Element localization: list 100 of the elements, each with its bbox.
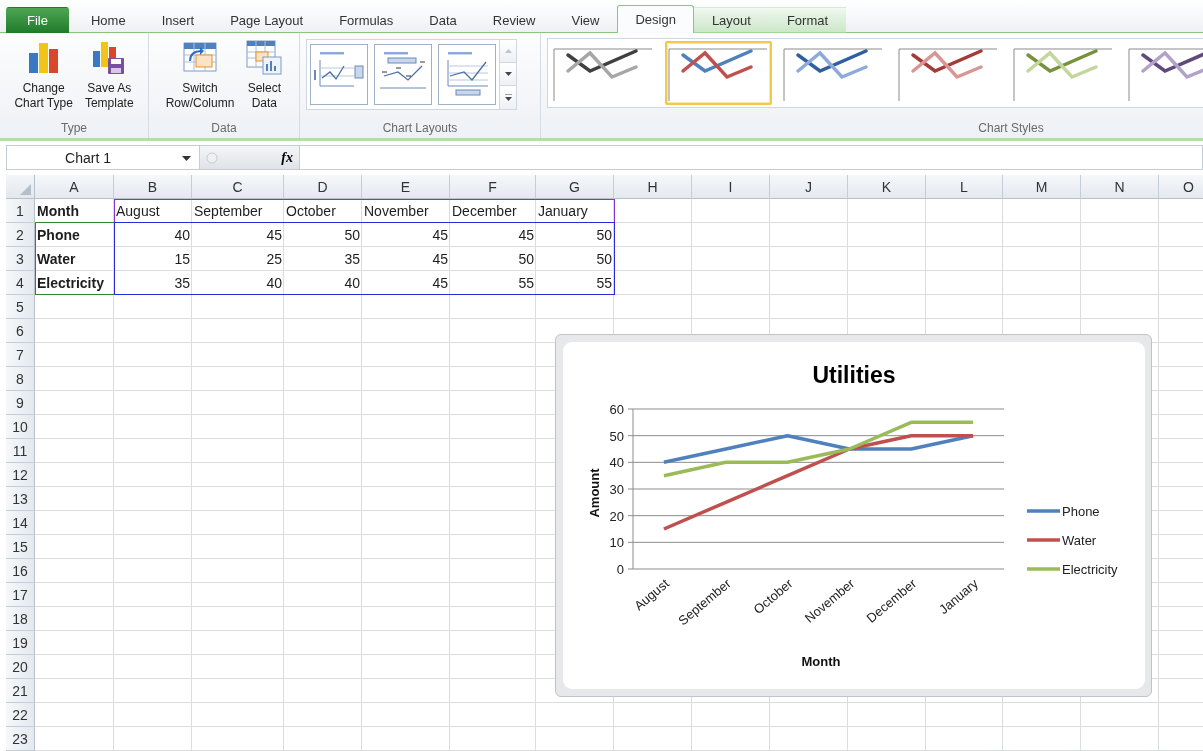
table-cell[interactable]: 40 bbox=[284, 271, 362, 295]
table-cell[interactable]: 15 bbox=[114, 247, 192, 271]
row-header[interactable]: 23 bbox=[6, 727, 35, 751]
group-label: Chart Layouts bbox=[382, 121, 458, 137]
table-cell[interactable]: 45 bbox=[450, 223, 536, 247]
ribbon-tab[interactable]: Format bbox=[768, 7, 847, 33]
table-cell[interactable]: 45 bbox=[362, 271, 450, 295]
table-cell[interactable]: November bbox=[362, 199, 450, 223]
chart-title: Utilities bbox=[812, 362, 896, 388]
table-cell[interactable]: 55 bbox=[536, 271, 614, 295]
ribbon-tab[interactable]: Page Layout bbox=[212, 7, 322, 33]
chart-layout-button[interactable] bbox=[374, 44, 432, 105]
ribbon-tab[interactable]: Home bbox=[72, 7, 144, 33]
ribbon-tab[interactable]: Insert bbox=[143, 7, 213, 33]
table-cell[interactable]: 50 bbox=[536, 247, 614, 271]
row-header[interactable]: 19 bbox=[6, 631, 35, 655]
table-cell[interactable]: 55 bbox=[450, 271, 536, 295]
table-cell[interactable]: 50 bbox=[450, 247, 536, 271]
table-cell[interactable]: Electricity bbox=[35, 271, 114, 295]
ribbon-tab[interactable]: Layout bbox=[693, 7, 769, 33]
table-cell[interactable]: 40 bbox=[114, 223, 192, 247]
row-header[interactable]: 22 bbox=[6, 703, 35, 727]
table-cell[interactable]: Phone bbox=[35, 223, 114, 247]
table-cell[interactable]: 35 bbox=[284, 247, 362, 271]
column-header[interactable]: E bbox=[362, 175, 450, 199]
ribbon-button[interactable]: Change Chart Type bbox=[11, 37, 76, 113]
select-all-icon bbox=[20, 184, 31, 195]
table-cell[interactable]: 50 bbox=[536, 223, 614, 247]
ribbon-tab[interactable]: File bbox=[6, 7, 69, 33]
row-header[interactable]: 2 bbox=[6, 223, 35, 247]
name-box[interactable]: Chart 1 bbox=[6, 145, 200, 170]
row-header[interactable]: 3 bbox=[6, 247, 35, 271]
ribbon-tab[interactable]: View bbox=[553, 7, 618, 33]
table-cell[interactable]: 50 bbox=[284, 223, 362, 247]
legend-label: Phone bbox=[1062, 504, 1100, 519]
ribbon-button[interactable]: Save As Template bbox=[81, 37, 137, 113]
row-header[interactable]: 12 bbox=[6, 463, 35, 487]
table-cell[interactable]: January bbox=[536, 199, 614, 223]
column-header[interactable]: C bbox=[192, 175, 284, 199]
axis-label: 60 bbox=[609, 402, 624, 417]
row-header[interactable]: 18 bbox=[6, 607, 35, 631]
row-header[interactable]: 4 bbox=[6, 271, 35, 295]
column-header[interactable]: H bbox=[614, 175, 692, 199]
column-header[interactable]: B bbox=[114, 175, 192, 199]
chart-save-icon bbox=[92, 39, 127, 75]
row-header[interactable]: 1 bbox=[6, 199, 35, 223]
table-cell[interactable]: December bbox=[450, 199, 536, 223]
row-header[interactable]: 14 bbox=[6, 511, 35, 535]
row-header[interactable]: 15 bbox=[6, 535, 35, 559]
dropdown-caret-icon bbox=[182, 156, 191, 161]
circle-icon bbox=[206, 151, 218, 164]
row-header[interactable]: 6 bbox=[6, 319, 35, 343]
row-header[interactable]: 13 bbox=[6, 487, 35, 511]
column-header[interactable]: G bbox=[536, 175, 614, 199]
row-header[interactable]: 10 bbox=[6, 415, 35, 439]
table-cell[interactable]: 40 bbox=[192, 271, 284, 295]
row-header[interactable]: 8 bbox=[6, 367, 35, 391]
column-header[interactable]: M bbox=[1003, 175, 1081, 199]
row-header[interactable]: 21 bbox=[6, 679, 35, 703]
table-cell[interactable]: October bbox=[284, 199, 362, 223]
row-header[interactable]: 9 bbox=[6, 391, 35, 415]
ribbon-tab[interactable]: Review bbox=[474, 7, 554, 33]
group-label: Data bbox=[211, 121, 237, 137]
ribbon-button[interactable]: Switch Row/Column bbox=[162, 37, 238, 113]
ribbon-button[interactable]: Select Data bbox=[243, 37, 286, 113]
column-header[interactable]: L bbox=[926, 175, 1003, 199]
table-cell[interactable]: Water bbox=[35, 247, 114, 271]
row-header[interactable]: 11 bbox=[6, 439, 35, 463]
table-cell[interactable]: Month bbox=[35, 199, 114, 223]
table-cell[interactable]: 25 bbox=[192, 247, 284, 271]
axis-label: 40 bbox=[609, 455, 624, 471]
row-header[interactable]: 7 bbox=[6, 343, 35, 367]
column-header[interactable]: I bbox=[692, 175, 770, 199]
insert-function-button[interactable]: fx bbox=[279, 149, 295, 166]
table-chart-icon bbox=[246, 39, 283, 75]
column-header[interactable]: F bbox=[450, 175, 536, 199]
table-swap-icon bbox=[182, 39, 218, 75]
table-cell[interactable]: 45 bbox=[362, 223, 450, 247]
row-header[interactable]: 16 bbox=[6, 559, 35, 583]
group-label: Chart Styles bbox=[978, 121, 1044, 137]
row-header[interactable]: 17 bbox=[6, 583, 35, 607]
ribbon-tab[interactable]: Formulas bbox=[321, 7, 412, 33]
down-arrow-icon bbox=[504, 72, 512, 76]
table-cell[interactable]: 45 bbox=[362, 247, 450, 271]
table-cell[interactable]: 35 bbox=[114, 271, 192, 295]
row-header[interactable]: 5 bbox=[6, 295, 35, 319]
column-header[interactable]: N bbox=[1081, 175, 1159, 199]
column-header[interactable]: J bbox=[770, 175, 848, 199]
column-header[interactable]: D bbox=[284, 175, 362, 199]
table-cell[interactable]: 45 bbox=[192, 223, 284, 247]
formula-field[interactable] bbox=[300, 145, 1203, 170]
column-header[interactable]: A bbox=[35, 175, 114, 199]
row-header[interactable]: 20 bbox=[6, 655, 35, 679]
table-cell[interactable]: September bbox=[192, 199, 284, 223]
ribbon-tab[interactable]: Design bbox=[617, 5, 694, 33]
ribbon-tab[interactable]: Data bbox=[411, 7, 475, 33]
column-header[interactable]: O bbox=[1159, 175, 1203, 199]
column-header[interactable]: K bbox=[848, 175, 926, 199]
table-cell[interactable]: August bbox=[114, 199, 192, 223]
chart-style-button[interactable] bbox=[665, 41, 772, 105]
